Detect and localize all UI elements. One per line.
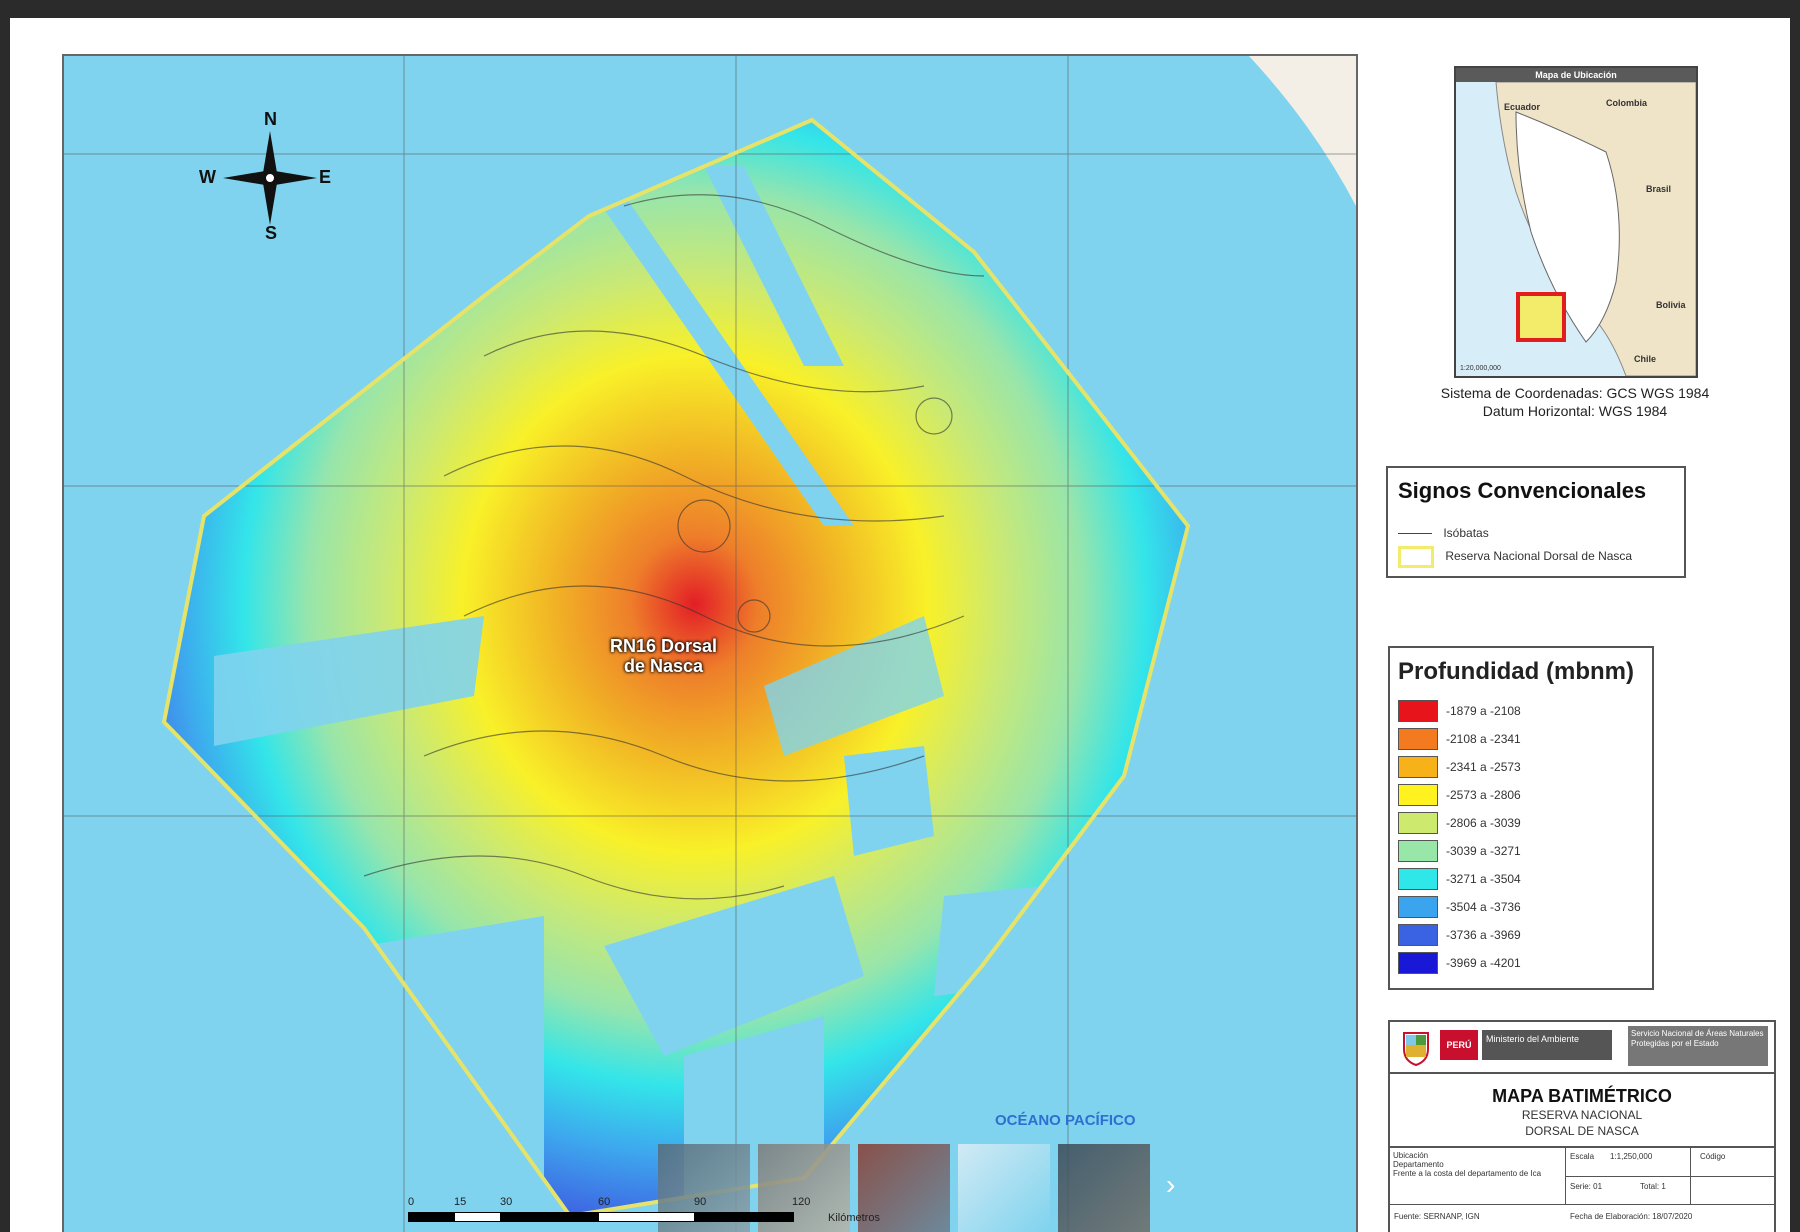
codigo-label: Código xyxy=(1700,1152,1726,1161)
carousel-thumb-4[interactable] xyxy=(958,1144,1050,1232)
fuente-label: Fuente: SERNANP, IGN xyxy=(1394,1212,1480,1221)
serie-label: Serie: 01 xyxy=(1570,1182,1603,1191)
depth-class-6: -3039 a -3271 xyxy=(1398,840,1521,862)
compass-rose-icon xyxy=(223,131,317,225)
title-block-grid: Ubicación Departamento Frente a la costa… xyxy=(1390,1146,1774,1232)
depth-class-8: -3504 a -3736 xyxy=(1398,896,1521,918)
north-arrow: N S W E xyxy=(199,109,331,243)
depth-class-9-label: -3736 a -3969 xyxy=(1446,928,1521,942)
compass-s: S xyxy=(265,223,278,243)
location-country-brasil: Brasil xyxy=(1646,184,1671,194)
depth-class-2: -2108 a -2341 xyxy=(1398,728,1521,750)
scale-unit: Kilómetros xyxy=(828,1212,880,1224)
depth-class-10: -3969 a -4201 xyxy=(1398,952,1521,974)
depth-class-10-label: -3969 a -4201 xyxy=(1446,956,1521,970)
title-block: PERÚ Ministerio del Ambiente Servicio Na… xyxy=(1388,1020,1776,1232)
departamento-label: Departamento xyxy=(1393,1160,1444,1169)
scale-tick-120: 120 xyxy=(792,1196,811,1208)
reserve-name-label: RN16 Dorsal de Nasca xyxy=(610,636,717,676)
coordinate-system: Sistema de Coordenadas: GCS WGS 1984 Dat… xyxy=(1400,384,1750,420)
map-sheet: N S W E RN16 Dorsal de Nasca OCÉANO PACÍ… xyxy=(10,18,1790,1232)
study-area-marker xyxy=(1516,292,1566,342)
scale-tick-90: 90 xyxy=(694,1196,707,1208)
total-label: Total: 1 xyxy=(1640,1182,1666,1191)
location-country-chile: Chile xyxy=(1634,354,1656,364)
location-map: Mapa de Ubicación Ecuador Colombia Brasi… xyxy=(1454,66,1698,378)
map-title: MAPA BATIMÉTRICO xyxy=(1492,1086,1672,1106)
scale-tick-60: 60 xyxy=(598,1196,611,1208)
location-country-ecuador: Ecuador xyxy=(1504,102,1541,112)
scale-tick-15: 15 xyxy=(454,1196,467,1208)
depth-legend: Profundidad (mbnm) -1879 a -2108 -2108 a… xyxy=(1388,646,1654,990)
location-scale: 1:20,000,000 xyxy=(1460,365,1501,372)
legend-reserve: Reserva Nacional Dorsal de Nasca xyxy=(1398,546,1632,568)
depth-class-6-label: -3039 a -3271 xyxy=(1446,844,1521,858)
depth-class-5-label: -2806 a -3039 xyxy=(1446,816,1521,830)
carousel-thumb-5[interactable] xyxy=(1058,1144,1150,1232)
compass-n: N xyxy=(264,109,277,129)
map-subtitle1: RESERVA NACIONAL xyxy=(1521,1108,1643,1122)
depth-class-7: -3271 a -3504 xyxy=(1398,868,1521,890)
reserve-name-line2: de Nasca xyxy=(623,656,704,676)
ministry-label: Ministerio del Ambiente xyxy=(1482,1030,1612,1060)
depth-class-8-label: -3504 a -3736 xyxy=(1446,900,1521,914)
location-map-svg: Ecuador Colombia Brasil Bolivia Chile 1:… xyxy=(1456,82,1696,376)
peru-badge: PERÚ xyxy=(1440,1030,1478,1060)
legend-reserve-label: Reserva Nacional Dorsal de Nasca xyxy=(1445,549,1633,564)
location-map-title: Mapa de Ubicación xyxy=(1456,68,1696,82)
ubicacion-label: Ubicación xyxy=(1393,1151,1429,1160)
reserve-name-line1: RN16 Dorsal xyxy=(610,636,718,656)
conventional-signs-legend: Signos Convencionales Isóbatas Reserva N… xyxy=(1386,466,1686,578)
escala-label: Escala xyxy=(1570,1152,1595,1161)
location-country-colombia: Colombia xyxy=(1606,98,1648,108)
departamento-value: Frente a la costa del departamento de Ic… xyxy=(1393,1169,1542,1178)
coord-line1: Sistema de Coordenadas: GCS WGS 1984 xyxy=(1440,385,1710,401)
escala-value: 1:1,250,000 xyxy=(1610,1152,1653,1161)
title-block-header: PERÚ Ministerio del Ambiente Servicio Na… xyxy=(1390,1022,1774,1074)
sernanp-label: Servicio Nacional de Áreas Naturales Pro… xyxy=(1628,1026,1768,1066)
depth-class-4: -2573 a -2806 xyxy=(1398,784,1521,806)
signos-title: Signos Convencionales xyxy=(1398,478,1647,503)
depth-class-5: -2806 a -3039 xyxy=(1398,812,1521,834)
fecha-label: Fecha de Elaboración: 18/07/2020 xyxy=(1570,1212,1693,1221)
map-subtitle2: DORSAL DE NASCA xyxy=(1525,1124,1639,1138)
carousel-next-icon[interactable]: › xyxy=(1166,1169,1175,1201)
compass-e: E xyxy=(319,167,332,187)
scale-tick-30: 30 xyxy=(500,1196,513,1208)
legend-isobath-label: Isóbatas xyxy=(1443,526,1489,540)
depth-class-2-label: -2108 a -2341 xyxy=(1446,732,1521,746)
ocean-label: OCÉANO PACÍFICO xyxy=(995,1112,1136,1129)
depth-legend-title: Profundidad (mbnm) xyxy=(1398,658,1634,685)
depth-class-3-label: -2341 a -2573 xyxy=(1446,760,1521,774)
depth-class-4-label: -2573 a -2806 xyxy=(1446,788,1521,802)
location-country-bolivia: Bolivia xyxy=(1656,300,1687,310)
legend-isobath: Isóbatas xyxy=(1398,526,1489,540)
depth-class-9: -3736 a -3969 xyxy=(1398,924,1521,946)
scale-tick-0: 0 xyxy=(408,1196,415,1208)
compass-w: W xyxy=(199,167,216,187)
depth-class-3: -2341 a -2573 xyxy=(1398,756,1521,778)
depth-class-1-label: -1879 a -2108 xyxy=(1446,704,1521,718)
depth-class-7-label: -3271 a -3504 xyxy=(1446,872,1521,886)
coord-line2: Datum Horizontal: WGS 1984 xyxy=(1482,403,1668,419)
depth-class-1: -1879 a -2108 xyxy=(1398,700,1521,722)
coat-of-arms-icon xyxy=(1403,1032,1429,1067)
